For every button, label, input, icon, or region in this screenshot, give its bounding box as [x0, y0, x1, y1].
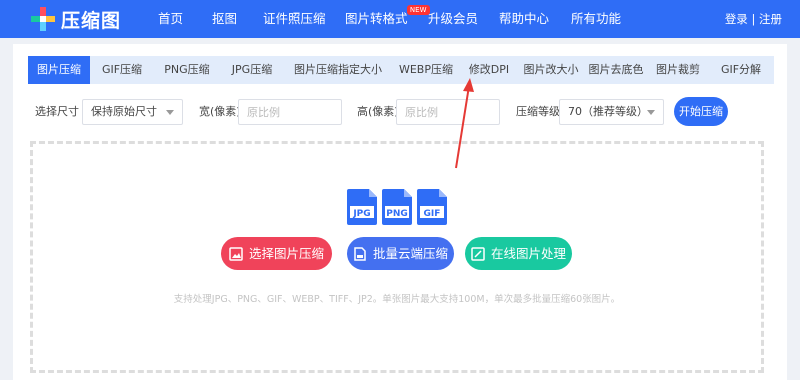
annotation-arrow	[455, 78, 474, 169]
